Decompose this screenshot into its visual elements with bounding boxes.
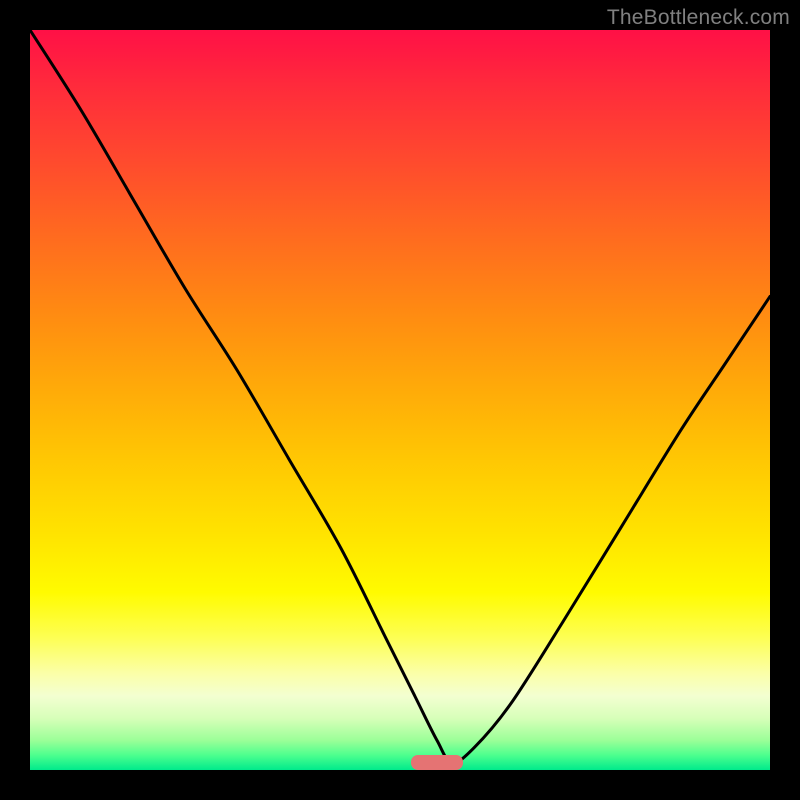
plot-area xyxy=(30,30,770,770)
watermark-text: TheBottleneck.com xyxy=(607,6,790,30)
bottleneck-curve xyxy=(30,30,770,770)
optimal-marker xyxy=(411,755,463,770)
chart-frame: TheBottleneck.com xyxy=(0,0,800,800)
